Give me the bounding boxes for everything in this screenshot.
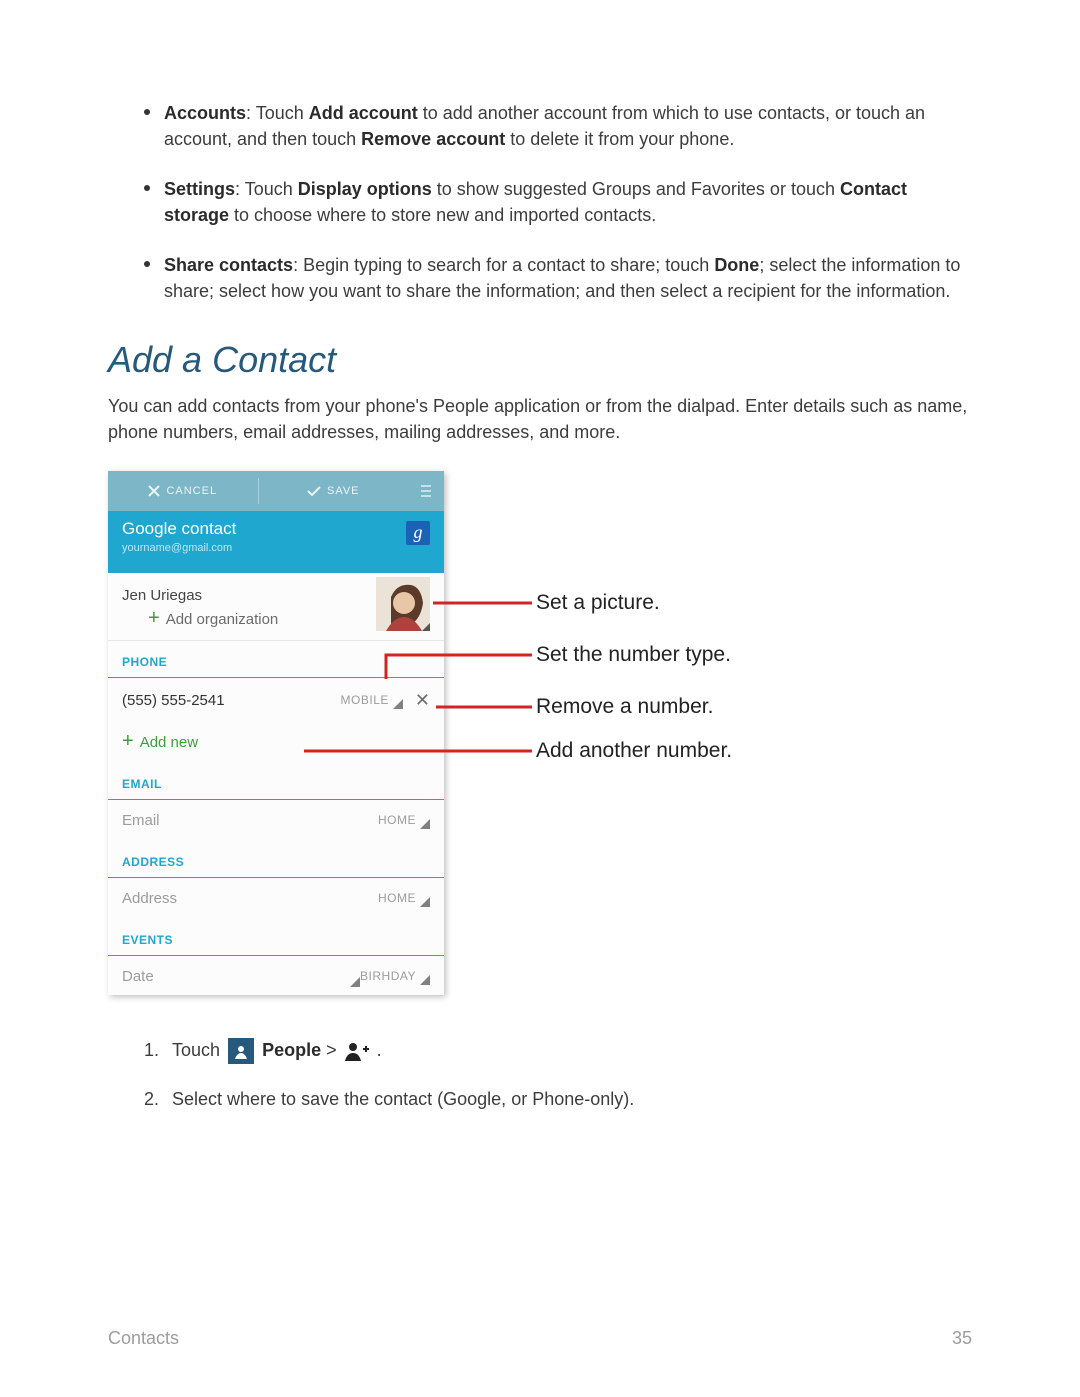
add-contact-icon xyxy=(345,1041,369,1061)
remove-number-button[interactable]: ✕ xyxy=(415,690,430,711)
step-2: Select where to save the contact (Google… xyxy=(164,1080,972,1120)
section-email-label: EMAIL xyxy=(108,763,444,800)
bullet-share: Share contacts: Begin typing to search f… xyxy=(164,252,972,304)
google-icon: g xyxy=(406,521,430,545)
page-footer: Contacts 35 xyxy=(108,1328,972,1349)
accounts-label: Accounts xyxy=(164,103,246,123)
section-phone-label: PHONE xyxy=(108,641,444,678)
plus-icon: + xyxy=(148,607,160,629)
address-type-selector[interactable]: HOME xyxy=(378,891,430,905)
close-icon xyxy=(148,485,160,497)
dropdown-icon xyxy=(420,897,430,907)
bullet-accounts: Accounts: Touch Add account to add anoth… xyxy=(164,100,972,152)
account-email: yourname@gmail.com xyxy=(122,542,430,554)
step-1: Touch People > . xyxy=(164,1031,972,1071)
phone-frame: CANCEL SAVE Google contact yourname@gmai… xyxy=(108,471,444,995)
annotation-add-number: Add another number. xyxy=(536,739,732,763)
email-input[interactable]: Email xyxy=(122,812,378,829)
people-app-icon xyxy=(228,1038,254,1064)
plus-icon: + xyxy=(122,730,134,752)
add-contact-figure: CANCEL SAVE Google contact yourname@gmai… xyxy=(108,471,868,1001)
event-row: Date BIRHDAY xyxy=(108,956,444,997)
footer-section: Contacts xyxy=(108,1328,179,1349)
dropdown-icon xyxy=(420,819,430,829)
people-label: People xyxy=(262,1040,321,1060)
account-type-label: Google contact xyxy=(122,519,430,539)
action-bar: CANCEL SAVE xyxy=(108,471,444,511)
check-icon xyxy=(307,485,321,497)
dropdown-icon xyxy=(393,699,403,709)
settings-label: Settings xyxy=(164,179,235,199)
annotation-set-picture: Set a picture. xyxy=(536,591,660,615)
annotation-remove-number: Remove a number. xyxy=(536,695,713,719)
email-type-selector[interactable]: HOME xyxy=(378,813,430,827)
heading-add-a-contact: Add a Contact xyxy=(108,339,972,381)
dropdown-icon xyxy=(350,977,360,987)
date-input[interactable]: Date xyxy=(122,968,360,985)
section-address-label: ADDRESS xyxy=(108,841,444,878)
annotation-set-number-type: Set the number type. xyxy=(536,643,731,667)
share-label: Share contacts xyxy=(164,255,293,275)
overflow-menu-button[interactable] xyxy=(408,485,444,497)
event-type-selector[interactable]: BIRHDAY xyxy=(360,969,430,983)
phone-number-row: (555) 555-2541 MOBILE ✕ xyxy=(108,678,444,723)
add-new-phone-button[interactable]: +Add new xyxy=(108,723,444,763)
dropdown-icon xyxy=(420,975,430,985)
steps-list: Touch People > . Select where to save th… xyxy=(108,1031,972,1120)
address-row: Address HOME xyxy=(108,878,444,919)
phone-number-input[interactable]: (555) 555-2541 xyxy=(122,692,341,709)
bullet-settings: Settings: Touch Display options to show … xyxy=(164,176,972,228)
name-field[interactable]: Jen Uriegas xyxy=(108,573,444,610)
intro-paragraph: You can add contacts from your phone's P… xyxy=(108,393,972,445)
add-organization-button[interactable]: +Add organization xyxy=(108,610,444,641)
address-input[interactable]: Address xyxy=(122,890,378,907)
footer-page-number: 35 xyxy=(952,1328,972,1349)
phone-type-selector[interactable]: MOBILE xyxy=(341,693,403,707)
account-banner[interactable]: Google contact yourname@gmail.com g xyxy=(108,511,444,573)
save-button[interactable]: SAVE xyxy=(259,485,409,497)
option-bullets: Accounts: Touch Add account to add anoth… xyxy=(108,100,972,305)
cancel-button[interactable]: CANCEL xyxy=(108,485,258,497)
email-row: Email HOME xyxy=(108,800,444,841)
section-events-label: EVENTS xyxy=(108,919,444,956)
